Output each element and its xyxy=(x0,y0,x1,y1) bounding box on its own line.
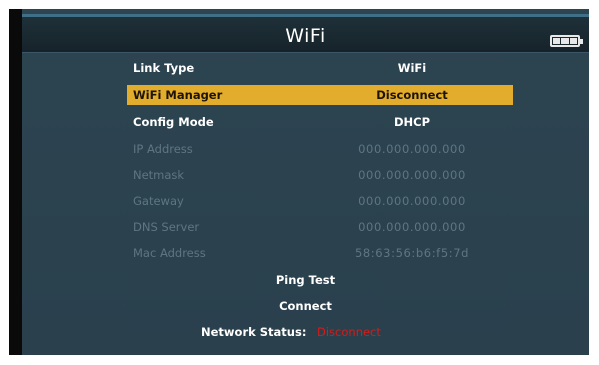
setting-label: Gateway xyxy=(133,194,184,208)
battery-cell xyxy=(553,38,561,44)
page-title: WiFi xyxy=(285,25,326,47)
setting-label: Mac Address xyxy=(133,246,206,260)
battery-full-icon xyxy=(550,35,583,47)
network-status-label: Network Status: xyxy=(201,325,307,339)
setting-row-config-mode[interactable]: Config Mode DHCP xyxy=(127,112,513,132)
title-bar: WiFi xyxy=(22,14,589,53)
setting-row-gateway: Gateway 000.000.000.000 xyxy=(127,191,513,211)
setting-value: 000.000.000.000 xyxy=(358,220,466,234)
setting-label: Link Type xyxy=(133,61,195,75)
setting-label: Config Mode xyxy=(133,115,214,129)
setting-value: 000.000.000.000 xyxy=(358,168,466,182)
setting-row-wifi-manager[interactable]: WiFi Manager Disconnect xyxy=(127,85,513,105)
connect-button[interactable]: Connect xyxy=(22,296,589,316)
battery-cell xyxy=(569,38,577,44)
battery-cell xyxy=(561,38,569,44)
setting-row-dns-server: DNS Server 000.000.000.000 xyxy=(127,217,513,237)
setting-label: IP Address xyxy=(133,142,193,156)
setting-label: WiFi Manager xyxy=(133,88,223,102)
wifi-settings-panel: WiFi Link Type WiFi WiFi Manager Disconn… xyxy=(22,9,589,355)
setting-row-ip-address: IP Address 000.000.000.000 xyxy=(127,139,513,159)
setting-row-mac-address: Mac Address 58:63:56:b6:f5:7d xyxy=(127,243,513,263)
network-status: Network Status: Disconnect xyxy=(22,322,589,342)
setting-value: 000.000.000.000 xyxy=(358,194,466,208)
setting-value: DHCP xyxy=(393,115,431,129)
setting-value: 58:63:56:b6:f5:7d xyxy=(354,246,470,260)
setting-value: 000.000.000.000 xyxy=(358,142,466,156)
network-status-value: Disconnect xyxy=(317,325,381,339)
setting-row-netmask: Netmask 000.000.000.000 xyxy=(127,165,513,185)
setting-label: DNS Server xyxy=(133,220,200,234)
setting-value: Disconnect xyxy=(376,88,448,102)
setting-label: Netmask xyxy=(133,168,185,182)
ping-test-button[interactable]: Ping Test xyxy=(22,270,589,290)
setting-row-link-type[interactable]: Link Type WiFi xyxy=(127,58,513,78)
setting-value: WiFi xyxy=(397,61,427,75)
tv-screen: WiFi Link Type WiFi WiFi Manager Disconn… xyxy=(9,9,589,355)
title-bar-highlight xyxy=(22,14,589,17)
